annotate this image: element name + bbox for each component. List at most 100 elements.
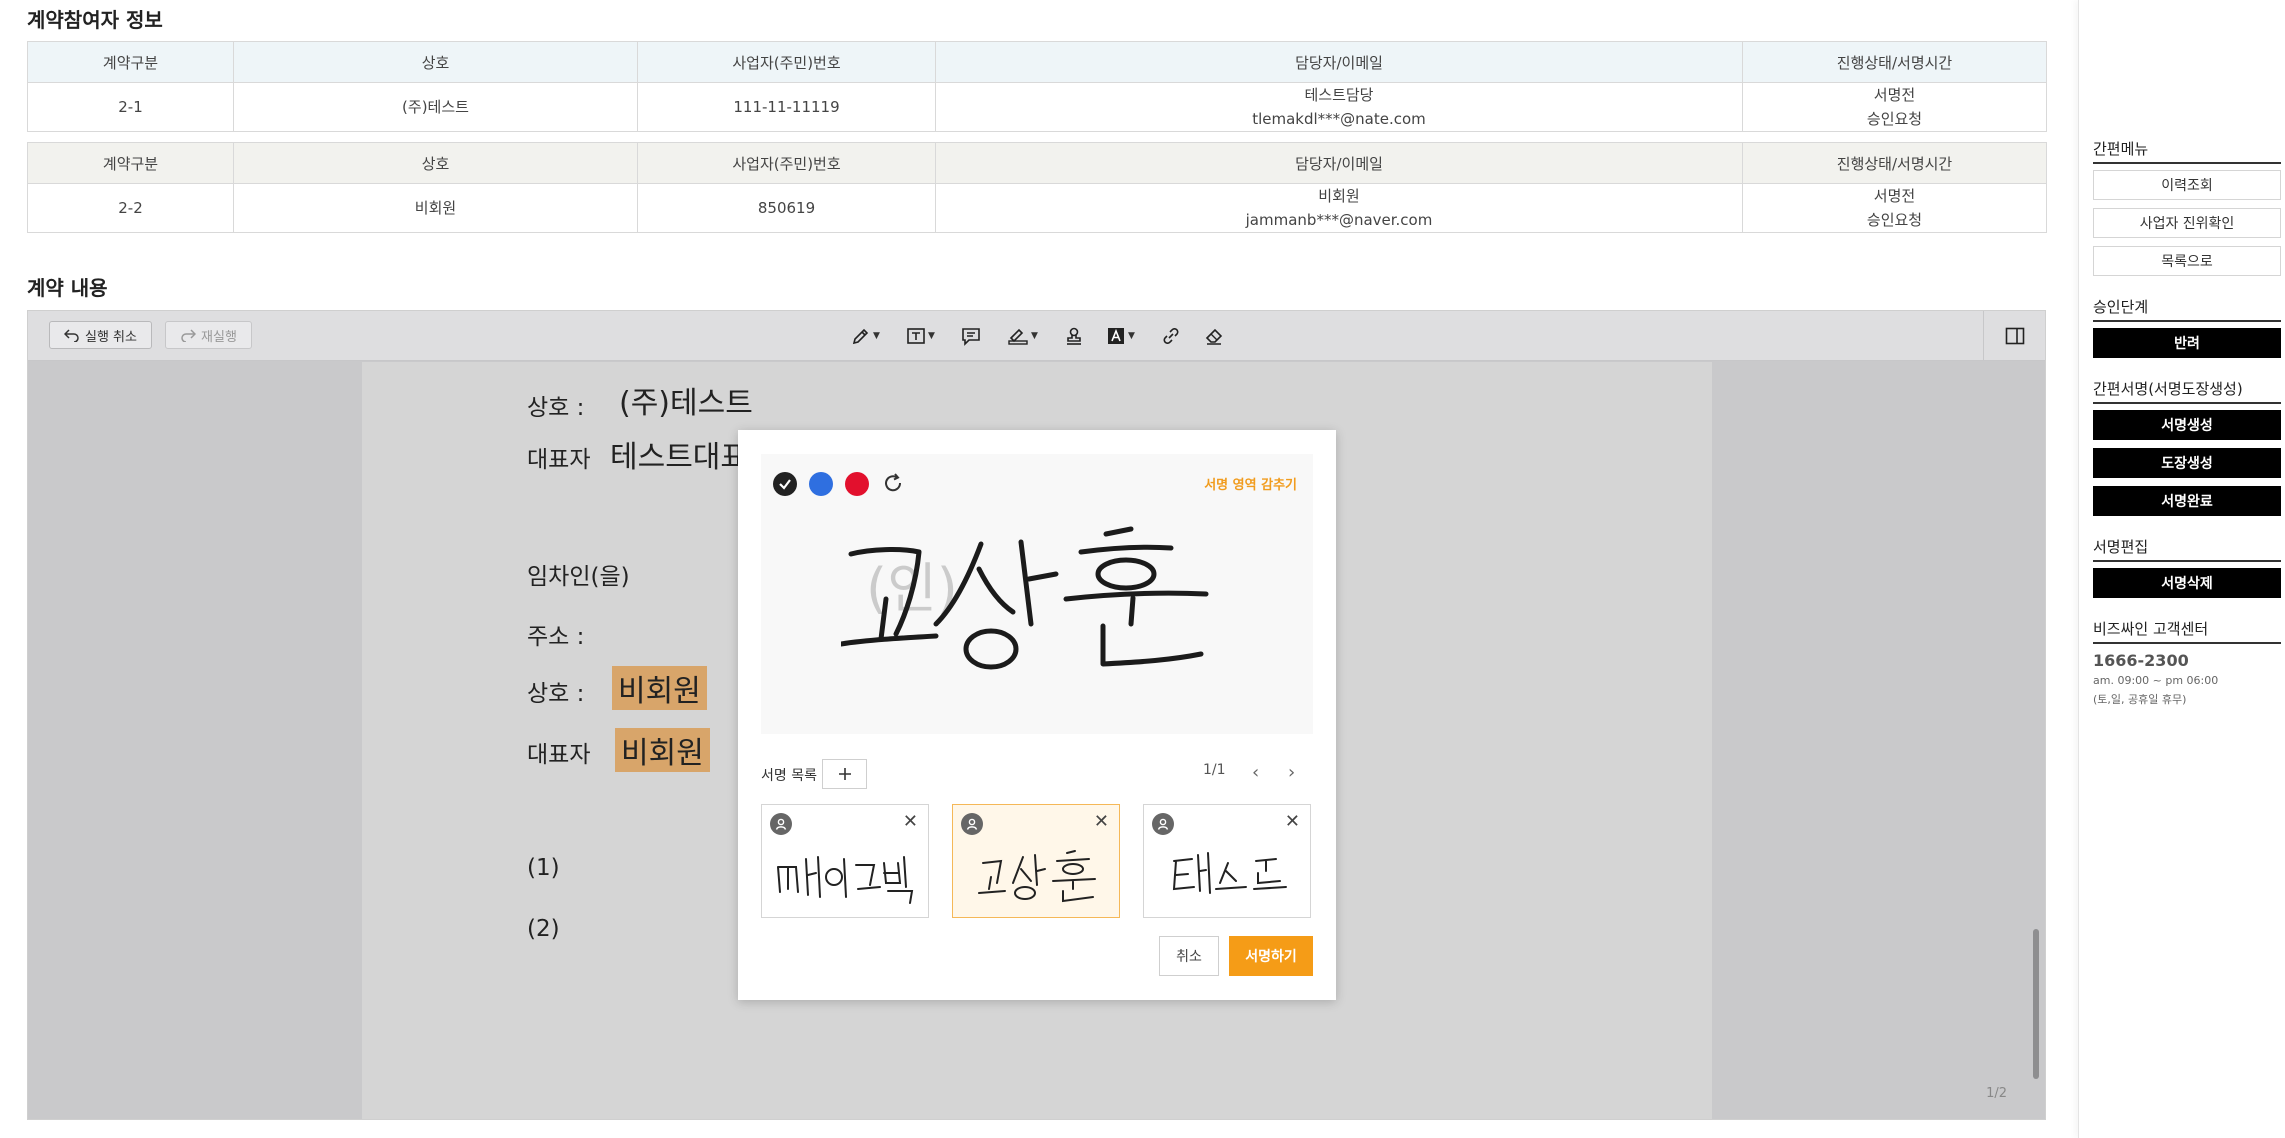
- delete-signature-button[interactable]: 서명삭제: [2093, 568, 2281, 598]
- signature-thumbnail: [777, 856, 914, 904]
- pen-icon: [852, 328, 869, 345]
- doc-label-address: 주소 :: [527, 624, 585, 650]
- doc-company2-field[interactable]: 비회원: [612, 666, 707, 710]
- signature-card[interactable]: ✕: [761, 804, 929, 918]
- close-icon[interactable]: ✕: [903, 811, 918, 832]
- signature-pager: 1/1: [1203, 762, 1226, 778]
- signature-pad[interactable]: 서명 영역 감추기 (인): [761, 454, 1313, 734]
- back-to-list-button[interactable]: 목록으로: [2093, 246, 2281, 276]
- doc-rep2-field[interactable]: 비회원: [615, 728, 710, 772]
- signature-drawing: [841, 526, 1209, 670]
- chevron-left-icon[interactable]: ‹: [1252, 762, 1259, 783]
- contact-email: tlemakdl***@nate.com: [1252, 110, 1426, 128]
- status-text: 서명전: [1873, 187, 1916, 205]
- signature-thumbnail: [978, 850, 1096, 903]
- reject-button[interactable]: 반려: [2093, 328, 2281, 358]
- cell-contact: 비회원 jammanb***@naver.com: [935, 183, 1743, 233]
- complete-signature-button[interactable]: 서명완료: [2093, 486, 2281, 516]
- approval-title: 승인단계: [2093, 296, 2281, 322]
- status-text: 서명전: [1873, 86, 1916, 104]
- support-title: 비즈싸인 고객센터: [2093, 618, 2281, 644]
- table-row: 2-1 (주)테스트 111-11-11119 테스트담당 tlemakdl**…: [27, 82, 2047, 132]
- signature-icon: [1008, 328, 1028, 345]
- text-color-tool[interactable]: ▼: [1106, 325, 1135, 347]
- sign-edit-title: 서명편집: [2093, 536, 2281, 562]
- side-panel-icon: [2005, 327, 2024, 345]
- cell-type: 2-2: [27, 183, 234, 233]
- cell-company: 비회원: [233, 183, 638, 233]
- history-button[interactable]: 이력조회: [2093, 170, 2281, 200]
- contact-email: jammanb***@naver.com: [1245, 211, 1433, 229]
- cancel-button[interactable]: 취소: [1159, 936, 1219, 976]
- link-tool[interactable]: [1161, 325, 1181, 347]
- scrollbar-thumb[interactable]: [2033, 929, 2039, 1079]
- sidebar: 간편메뉴 이력조회 사업자 진위확인 목록으로 승인단계 반려 간편서명(서명도…: [2078, 0, 2285, 1138]
- participant-table-1: 계약구분 상호 사업자(주민)번호 담당자/이메일 진행상태/서명시간 2-1 …: [27, 41, 2047, 132]
- signature-list-label: 서명 목록: [761, 768, 817, 784]
- status-detail: 승인요청: [1866, 110, 1923, 128]
- sign-button[interactable]: 서명하기: [1229, 936, 1313, 976]
- cell-company: (주)테스트: [233, 82, 638, 132]
- redo-button[interactable]: 재실행: [165, 321, 252, 349]
- signature-card-selected[interactable]: ✕: [952, 804, 1120, 918]
- close-icon[interactable]: ✕: [1285, 811, 1300, 832]
- eraser-tool[interactable]: [1204, 325, 1224, 347]
- doc-item-1: (1): [527, 855, 560, 881]
- support-hours: am. 09:00 ~ pm 06:00: [2093, 674, 2219, 687]
- doc-lessee: 임차인(을): [527, 564, 630, 590]
- doc-rep-value: 테스트대표: [610, 440, 748, 475]
- pen-tool[interactable]: ▼: [851, 325, 880, 347]
- hide-signature-area-link[interactable]: 서명 영역 감추기: [1204, 474, 1297, 493]
- color-blue-swatch[interactable]: [809, 472, 833, 496]
- user-icon: [1152, 813, 1174, 835]
- cell-status: 서명전 승인요청: [1742, 183, 2047, 233]
- chevron-down-icon: ▼: [1128, 331, 1135, 341]
- doc-company-value: (주)테스트: [619, 386, 753, 421]
- create-stamp-button[interactable]: 도장생성: [2093, 448, 2281, 478]
- link-icon: [1163, 328, 1179, 344]
- stamp-tool[interactable]: [1064, 325, 1084, 347]
- viewer-toolbar: 실행 취소 재실행 ▼ ▼ ▼ ▼: [28, 311, 2045, 361]
- chevron-right-icon[interactable]: ›: [1288, 762, 1295, 783]
- table-row: 2-2 비회원 850619 비회원 jammanb***@naver.com …: [27, 183, 2047, 233]
- reset-button[interactable]: [882, 472, 904, 498]
- business-verify-button[interactable]: 사업자 진위확인: [2093, 208, 2281, 238]
- chevron-down-icon: ▼: [1031, 331, 1038, 341]
- header-contact: 담당자/이메일: [935, 41, 1743, 83]
- add-signature-button[interactable]: [822, 759, 867, 789]
- text-tool[interactable]: ▼: [906, 325, 935, 347]
- signature-card[interactable]: ✕: [1143, 804, 1311, 918]
- support-phone: 1666-2300: [2093, 651, 2189, 670]
- doc-item-2: (2): [527, 916, 560, 942]
- page-indicator: 1/2: [1986, 1086, 2007, 1101]
- chevron-down-icon: ▼: [873, 331, 880, 341]
- cell-status: 서명전 승인요청: [1742, 82, 2047, 132]
- comment-tool[interactable]: [961, 325, 981, 347]
- doc-label-rep: 대표자: [527, 447, 591, 473]
- cell-contact: 테스트담당 tlemakdl***@nate.com: [935, 82, 1743, 132]
- participant-table-2: 계약구분 상호 사업자(주민)번호 담당자/이메일 진행상태/서명시간 2-2 …: [27, 142, 2047, 233]
- signature-modal: 서명 영역 감추기 (인) 서명 목록 1/1 ‹ › ✕ ✕ ✕ 취소 서명하…: [738, 430, 1336, 1000]
- comment-icon: [962, 328, 980, 346]
- doc-label-company: 상호 :: [527, 395, 585, 421]
- chevron-down-icon: ▼: [928, 331, 935, 341]
- redo-icon: [181, 329, 197, 342]
- color-red-swatch[interactable]: [845, 472, 869, 496]
- eraser-icon: [1205, 328, 1223, 345]
- table-header-row: 계약구분 상호 사업자(주민)번호 담당자/이메일 진행상태/서명시간: [27, 41, 2047, 83]
- signature-tool[interactable]: ▼: [1007, 325, 1038, 347]
- create-signature-button[interactable]: 서명생성: [2093, 410, 2281, 440]
- undo-button[interactable]: 실행 취소: [49, 321, 152, 349]
- doc-label-company2: 상호 :: [527, 681, 585, 707]
- text-box-icon: [907, 328, 925, 344]
- contact-name: 테스트담당: [1304, 86, 1374, 104]
- quick-menu-title: 간편메뉴: [2093, 138, 2281, 164]
- header-type: 계약구분: [27, 41, 234, 83]
- color-black-swatch[interactable]: [773, 472, 797, 496]
- user-icon: [770, 813, 792, 835]
- support-holiday: (토,일, 공휴일 휴무): [2093, 693, 2187, 706]
- panel-toggle-button[interactable]: [1983, 311, 2045, 361]
- header-reg-no: 사업자(주민)번호: [637, 142, 936, 184]
- doc-label-rep2: 대표자: [527, 742, 591, 768]
- close-icon[interactable]: ✕: [1094, 811, 1109, 832]
